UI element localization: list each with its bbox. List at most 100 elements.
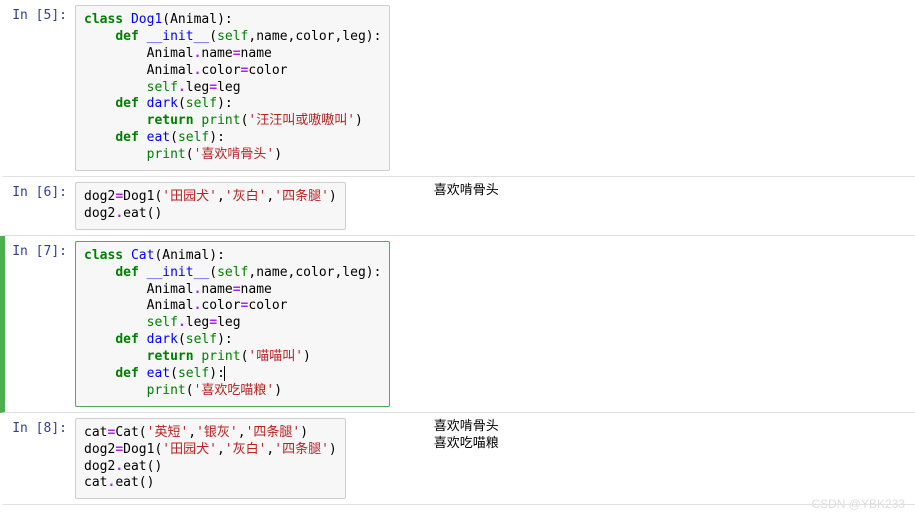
code-token: class [84, 12, 131, 27]
code-token: '田园犬' [162, 442, 217, 457]
code-token: = [115, 442, 123, 457]
code-token: ( [170, 366, 178, 381]
watermark: CSDN @YBK233 [811, 497, 905, 513]
input-prompt: In [6]: [5, 179, 75, 233]
code-token: class [84, 248, 131, 263]
code-token: print [201, 349, 240, 364]
code-token: ): [209, 366, 225, 381]
code-input[interactable]: class Cat(Animal): def __init__(self,nam… [75, 241, 390, 407]
code-token: name [201, 282, 232, 297]
code-token: cat [84, 425, 107, 440]
code-token: '喜欢啃骨头' [194, 147, 275, 162]
code-token: '喜欢吃喵粮' [194, 383, 275, 398]
code-token: self [178, 366, 209, 381]
cell[interactable]: In [7]:class Cat(Animal): def __init__(s… [0, 236, 915, 413]
code-token: self [217, 265, 248, 280]
code-token: '灰白' [225, 189, 267, 204]
code-token: def [115, 366, 146, 381]
code-token: '灰白' [225, 442, 267, 457]
code-token: print [147, 383, 186, 398]
code-token: name [201, 46, 232, 61]
code-token: eat() [123, 206, 162, 221]
code-token: '四条腿' [274, 189, 329, 204]
code-token: Cat [131, 248, 154, 263]
output-text: 喜欢啃骨头 喜欢吃喵粮 [426, 415, 507, 503]
code-token: Cat( [115, 425, 146, 440]
code-token: def [115, 265, 146, 280]
code-token: Dog1 [131, 12, 162, 27]
code-token [224, 366, 225, 381]
code-token: return [147, 113, 202, 128]
code-token: Animal [84, 282, 194, 297]
code-token: , [238, 425, 246, 440]
code-token: ( [178, 96, 186, 111]
code-token: ( [178, 332, 186, 347]
code-token: (Animal): [162, 12, 232, 27]
code-token: . [115, 206, 123, 221]
code-token [84, 383, 147, 398]
code-token: def [115, 96, 146, 111]
cell[interactable]: In [5]:class Dog1(Animal): def __init__(… [0, 0, 915, 177]
code-token: leg [186, 80, 209, 95]
code-token: print [201, 113, 240, 128]
cell[interactable]: In [8]:cat=Cat('英短','银灰','四条腿') dog2=Dog… [0, 413, 915, 506]
code-token: self [186, 332, 217, 347]
code-token: Dog1( [123, 442, 162, 457]
code-token: leg [186, 315, 209, 330]
code-token: ( [170, 130, 178, 145]
code-token: . [178, 315, 186, 330]
input-prompt: In [5]: [5, 2, 75, 174]
code-input[interactable]: class Dog1(Animal): def __init__(self,na… [75, 5, 390, 171]
code-token: ,name,color,leg): [248, 29, 381, 44]
code-token: , [217, 189, 225, 204]
code-token: = [209, 315, 217, 330]
code-token: __init__ [147, 29, 210, 44]
code-token: , [188, 425, 196, 440]
code-token: = [233, 46, 241, 61]
code-token: self [217, 29, 248, 44]
code-token: eat [147, 366, 170, 381]
code-token: __init__ [147, 265, 210, 280]
code-token: . [178, 80, 186, 95]
input-prompt: In [7]: [5, 238, 75, 410]
code-token: def [115, 29, 146, 44]
code-token: def [115, 130, 146, 145]
code-token: ( [209, 265, 217, 280]
code-token: Dog1( [123, 189, 162, 204]
code-token: dog2 [84, 189, 115, 204]
code-token [84, 265, 115, 280]
notebook-container: In [5]:class Dog1(Animal): def __init__(… [0, 0, 915, 505]
code-token: self [186, 96, 217, 111]
code-token: '英短' [147, 425, 189, 440]
code-token: = [233, 282, 241, 297]
code-token: color [201, 298, 240, 313]
code-token: eat() [115, 475, 154, 490]
code-token: self [147, 315, 178, 330]
code-token: dark [147, 332, 178, 347]
input-prompt: In [8]: [5, 415, 75, 503]
code-token: ,name,color,leg): [248, 265, 381, 280]
code-token: def [115, 332, 146, 347]
output-text: 喜欢啃骨头 [426, 179, 507, 233]
code-token: '汪汪叫或嗷嗷叫' [248, 113, 355, 128]
code-input[interactable]: dog2=Dog1('田园犬','灰白','四条腿') dog2.eat() [75, 182, 346, 230]
code-token: '喵喵叫' [248, 349, 303, 364]
code-token: ( [209, 29, 217, 44]
code-token: '田园犬' [162, 189, 217, 204]
code-token [84, 29, 115, 44]
cell[interactable]: In [6]:dog2=Dog1('田园犬','灰白','四条腿') dog2.… [0, 177, 915, 236]
code-token: '四条腿' [274, 442, 329, 457]
code-token: eat [147, 130, 170, 145]
code-token: ) [274, 383, 282, 398]
code-input[interactable]: cat=Cat('英短','银灰','四条腿') dog2=Dog1('田园犬'… [75, 418, 346, 500]
code-token: color [201, 63, 240, 78]
code-token: . [115, 459, 123, 474]
code-token: self [178, 130, 209, 145]
code-token: = [115, 189, 123, 204]
code-token: '四条腿' [246, 425, 301, 440]
code-token: ( [186, 147, 194, 162]
code-token: self [147, 80, 178, 95]
code-token: print [147, 147, 186, 162]
code-token: '银灰' [196, 425, 238, 440]
code-token: ) [274, 147, 282, 162]
